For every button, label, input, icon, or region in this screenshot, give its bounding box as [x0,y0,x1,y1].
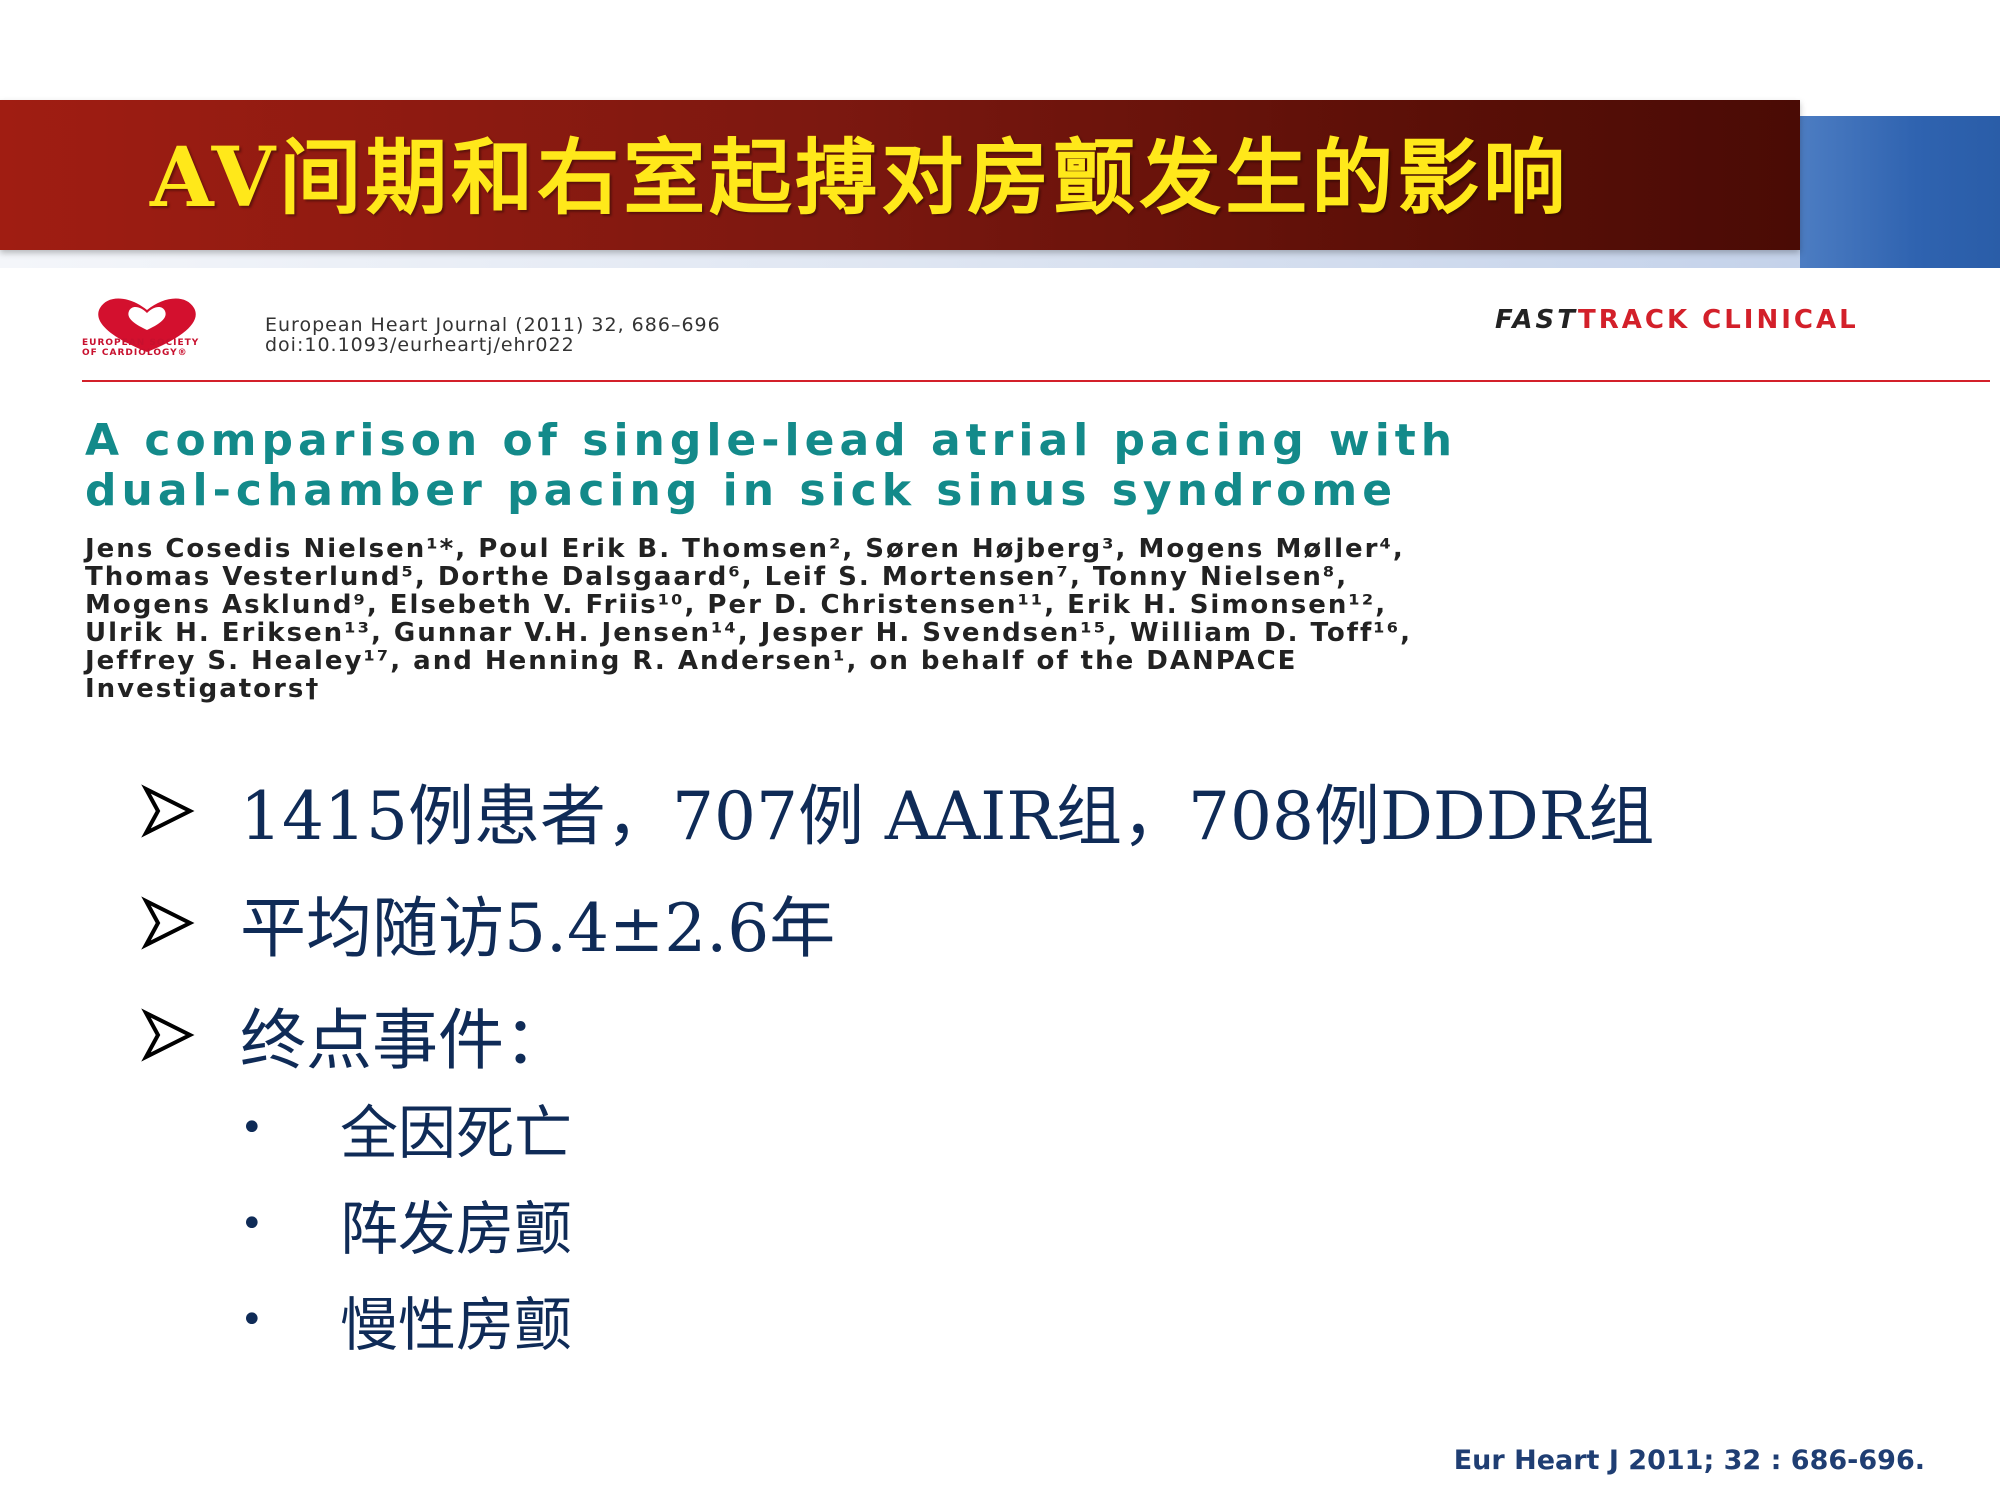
sub-bullet-item: • 全因死亡 [240,1080,1440,1176]
authors-line: Investigators† [85,674,321,704]
sub-bullet-item: • 慢性房颤 [240,1272,1440,1368]
section-label-fast: FAST [1495,305,1578,335]
section-label: FASTTRACK CLINICAL [1495,305,1859,335]
bullet-text: 平均随访5.4±2.6年 [240,890,836,967]
arrow-bullet-icon [140,893,240,953]
dot-bullet-icon: • [240,1201,264,1247]
paper-authors: Jens Cosedis Nielsen¹*, Poul Erik B. Tho… [85,535,1985,703]
authors-line: Jens Cosedis Nielsen¹*, Poul Erik B. Tho… [85,534,1405,564]
header-blue-accent [1790,116,2000,268]
bullet-item: 1415例患者，707例 AAIR组，708例DDDR组 [140,755,1940,867]
paper-title: A comparison of single-lead atrial pacin… [85,416,1985,516]
bullet-list: 1415例患者，707例 AAIR组，708例DDDR组 平均随访5.4±2.6… [140,755,1940,1091]
sub-bullet-item: • 阵发房颤 [240,1176,1440,1272]
bullet-item: 终点事件： [140,979,1940,1091]
slide-title: AV间期和右室起搏对房颤发生的影响 [150,130,1570,226]
sub-bullet-text: 慢性房颤 [340,1291,573,1359]
authors-line: Mogens Asklund⁹, Elsebeth V. Friis¹⁰, Pe… [85,590,1388,620]
authors-line: Ulrik H. Eriksen¹³, Gunnar V.H. Jensen¹⁴… [85,618,1412,648]
bullet-item: 平均随访5.4±2.6年 [140,867,1940,979]
esc-logo-text: EUROPEAN SOCIETY OF CARDIOLOGY® [82,338,200,358]
paper-divider [82,380,1990,382]
dot-bullet-icon: • [240,1297,264,1343]
paper-title-line: dual-chamber pacing in sick sinus syndro… [85,465,1398,516]
paper-title-line: A comparison of single-lead atrial pacin… [85,415,1458,466]
bullet-text: 1415例患者，707例 AAIR组，708例DDDR组 [240,778,1655,855]
sub-bullet-text: 全因死亡 [340,1099,573,1167]
reference-citation: Eur Heart J 2011; 32 : 686-696. [1453,1445,1925,1476]
authors-line: Thomas Vesterlund⁵, Dorthe Dalsgaard⁶, L… [85,562,1349,592]
section-label-track: TRACK CLINICAL [1578,305,1859,335]
authors-line: Jeffrey S. Healey¹⁷, and Henning R. Ande… [85,646,1298,676]
arrow-bullet-icon [140,781,240,841]
header-gradient-stripe [0,250,1800,268]
esc-heart-logo-icon [98,293,196,352]
sub-bullet-text: 阵发房颤 [340,1195,573,1263]
dot-bullet-icon: • [240,1105,264,1151]
sub-bullet-list: • 全因死亡 • 阵发房颤 • 慢性房颤 [240,1080,1440,1368]
doi-link[interactable]: doi:10.1093/eurheartj/ehr022 [265,334,575,356]
journal-citation: European Heart Journal (2011) 32, 686–69… [265,314,721,336]
bullet-text: 终点事件： [240,1002,570,1079]
arrow-bullet-icon [140,1005,240,1065]
